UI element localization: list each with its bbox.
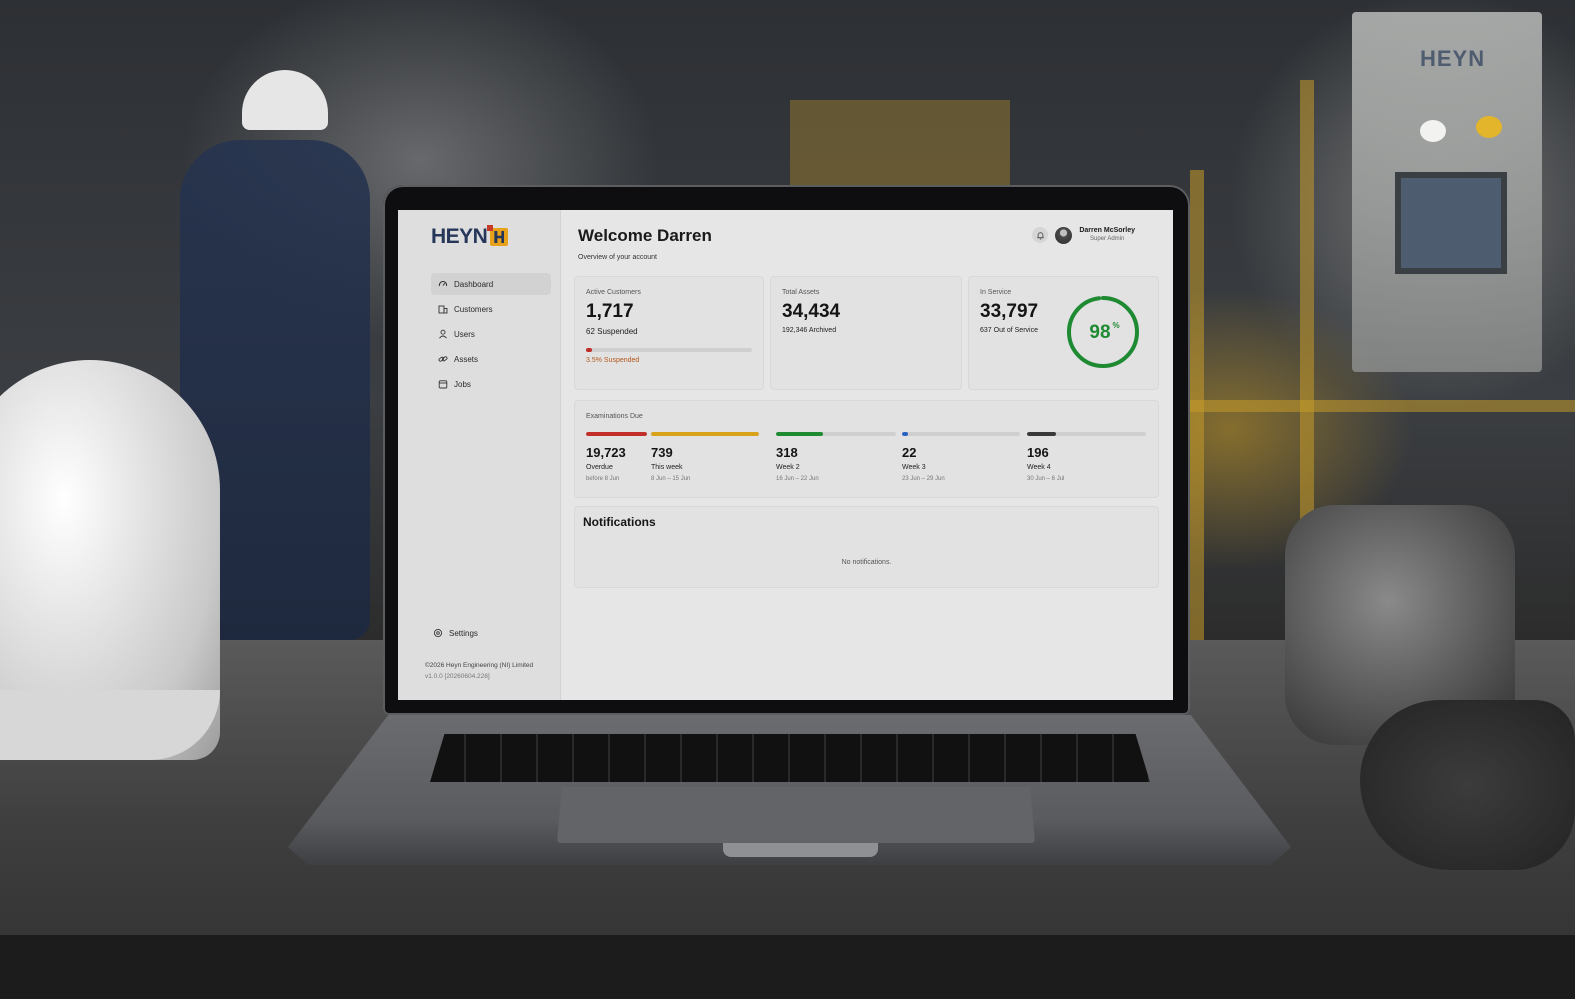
card-value: 33,797 — [980, 301, 1039, 322]
page-title: Welcome Darren — [578, 226, 712, 245]
sidebar-nav: Dashboard Customers Users Assets Jobs — [431, 273, 551, 398]
panel-light — [1420, 120, 1446, 142]
bell-icon[interactable] — [1032, 227, 1049, 243]
sidebar-item-assets[interactable]: Assets — [431, 348, 551, 370]
in-service-card[interactable]: In Service 33,797 637 Out of Service 98 … — [968, 276, 1159, 390]
exam-count: 22 — [902, 445, 917, 460]
sidebar-item-label: Dashboard — [454, 279, 494, 289]
suspended-progress-bar — [586, 348, 752, 352]
exam-bar-fill — [651, 432, 759, 436]
exam-date-range: 30 Jun – 6 Jul — [1027, 476, 1065, 482]
work-gloves — [1360, 700, 1575, 870]
sidebar-item-customers[interactable]: Customers — [431, 298, 551, 320]
active-customers-card[interactable]: Active Customers 1,717 62 Suspended 3.5%… — [574, 276, 764, 390]
table-edge — [0, 935, 1575, 999]
building-icon — [438, 304, 448, 314]
exam-period: Week 4 — [1027, 464, 1051, 471]
avatar[interactable] — [1055, 226, 1073, 244]
exam-bar — [651, 432, 759, 436]
exam-period: Week 3 — [902, 464, 926, 471]
link-icon — [438, 354, 448, 364]
examinations-due-card[interactable]: Examinations Due 19,723 Overdue before 8… — [574, 400, 1159, 498]
notifications-card: Notifications No notifications. — [574, 506, 1159, 588]
exam-date-range: 23 Jun – 29 Jun — [902, 476, 945, 482]
exam-bar — [586, 432, 647, 436]
suspended-note: 3.5% Suspended — [586, 357, 640, 364]
copyright-text: ©2026 Heyn Engineering (NI) Limited — [425, 662, 534, 669]
exam-count: 318 — [776, 445, 798, 460]
card-label: Examinations Due — [586, 413, 643, 420]
user-area: Darren McSorley Super Admin — [1032, 226, 1135, 244]
logo[interactable]: HEYN — [431, 225, 509, 249]
sidebar-item-jobs[interactable]: Jobs — [431, 373, 551, 395]
keyboard — [430, 734, 1150, 782]
sidebar-item-label: Jobs — [454, 379, 471, 389]
gauge-icon — [438, 279, 448, 289]
user-role: Super Admin — [1090, 236, 1125, 242]
card-label: In Service — [980, 289, 1012, 296]
exam-bar — [776, 432, 896, 436]
exam-bar — [1027, 432, 1146, 436]
card-subtext: 192,346 Archived — [782, 327, 837, 334]
notifications-empty-text: No notifications. — [841, 559, 892, 566]
card-subtext: 62 Suspended — [586, 327, 638, 336]
user-menu[interactable]: Darren McSorley Super Admin — [1079, 226, 1135, 244]
ring-percent-sign: % — [1112, 321, 1119, 330]
exam-date-range: 16 Jun – 22 Jun — [776, 476, 819, 482]
app-screen: HEYN Dashboard Customers Users Assets Jo… — [398, 210, 1173, 700]
ring-percent-text: 98 — [1089, 322, 1110, 343]
sidebar: HEYN Dashboard Customers Users Assets Jo… — [398, 210, 561, 700]
calendar-icon — [438, 379, 448, 389]
user-name: Darren McSorley — [1079, 227, 1135, 234]
card-label: Active Customers — [586, 289, 641, 296]
panel-screen — [1395, 172, 1507, 274]
settings-label: Settings — [449, 628, 478, 638]
exam-period: Week 2 — [776, 464, 800, 471]
exam-count: 19,723 — [586, 445, 626, 460]
page-subtitle: Overview of your account — [578, 254, 657, 261]
card-subtext: 637 Out of Service — [980, 327, 1038, 334]
exam-bar-fill — [1027, 432, 1056, 436]
logo-text: HEYN — [431, 225, 488, 248]
panel-light — [1476, 116, 1502, 138]
exam-bar-fill — [586, 432, 647, 436]
version-text: v1.0.0 [20260604.228] — [425, 673, 490, 680]
notifications-title: Notifications — [583, 515, 656, 529]
exam-bar — [902, 432, 1020, 436]
sidebar-item-users[interactable]: Users — [431, 323, 551, 345]
settings-link[interactable]: Settings — [431, 628, 478, 638]
card-value: 34,434 — [782, 301, 841, 322]
panel-logo: HEYN — [1420, 46, 1486, 71]
laptop-notch — [723, 843, 878, 857]
logo-mark-icon — [487, 225, 509, 246]
sidebar-item-label: Users — [454, 329, 475, 339]
sidebar-item-label: Assets — [454, 354, 479, 364]
sidebar-item-label: Customers — [454, 304, 493, 314]
in-service-ring-chart: 98 % — [1067, 296, 1139, 368]
exam-date-range: 8 Jun – 15 Jun — [651, 476, 691, 482]
exam-bar-fill — [902, 432, 908, 436]
footer-copyright: ©2026 Heyn Engineering (NI) Limited v1.0… — [425, 660, 533, 682]
yellow-stairs — [790, 100, 1010, 190]
gear-icon — [433, 628, 443, 638]
exam-bar-fill — [776, 432, 823, 436]
exam-count: 739 — [651, 445, 673, 460]
yellow-railing — [1190, 400, 1575, 412]
sidebar-item-dashboard[interactable]: Dashboard — [431, 273, 551, 295]
total-assets-card[interactable]: Total Assets 34,434 192,346 Archived — [770, 276, 962, 390]
user-icon — [438, 329, 448, 339]
exam-period: This week — [651, 464, 683, 471]
exam-period: Overdue — [586, 464, 613, 471]
card-value: 1,717 — [586, 301, 634, 322]
trackpad — [557, 787, 1035, 843]
exam-count: 196 — [1027, 445, 1049, 460]
card-label: Total Assets — [782, 289, 820, 296]
suspended-progress-fill — [586, 348, 592, 352]
exam-date-range: before 8 Jun — [586, 476, 620, 482]
main-content: Welcome Darren Overview of your account … — [560, 210, 1173, 700]
